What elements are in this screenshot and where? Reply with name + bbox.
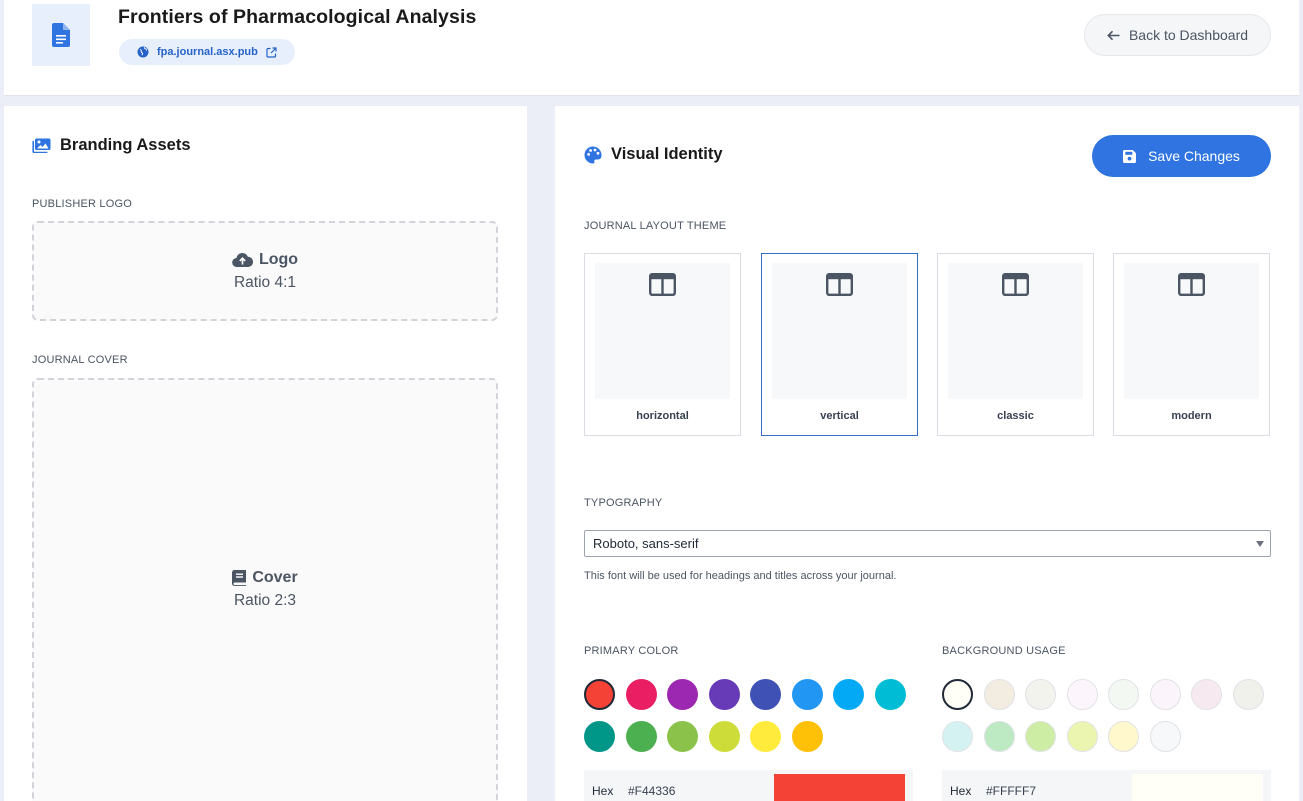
back-to-dashboard-button[interactable]: Back to Dashboard — [1084, 14, 1271, 56]
palette-icon — [584, 146, 602, 163]
save-changes-label: Save Changes — [1148, 148, 1240, 164]
background-color-swatch[interactable] — [1025, 679, 1056, 710]
primary-color-swatch[interactable] — [833, 679, 864, 710]
save-changes-button[interactable]: Save Changes — [1092, 135, 1271, 177]
background-hex-value[interactable]: #FFFFF7 — [986, 784, 1036, 798]
images-icon — [32, 138, 51, 153]
primary-hex-value[interactable]: #F44336 — [628, 784, 675, 798]
visual-identity-panel: Visual Identity Save Changes JOURNAL LAY… — [555, 106, 1299, 801]
theme-card-classic[interactable]: classic — [937, 253, 1094, 436]
theme-label: vertical — [820, 410, 859, 422]
primary-color-preview — [774, 774, 905, 801]
logo-upload-title: Logo — [258, 250, 299, 268]
branding-assets-heading: Branding Assets — [32, 136, 191, 155]
back-to-dashboard-label: Back to Dashboard — [1128, 27, 1249, 43]
theme-label: classic — [997, 410, 1034, 422]
background-color-swatch[interactable] — [1149, 721, 1181, 752]
arrow-left-icon — [1107, 30, 1120, 40]
cover-upload-title: Cover — [252, 568, 298, 586]
layout-theme-label: JOURNAL LAYOUT THEME — [584, 220, 727, 232]
page-header: Frontiers of Pharmacological Analysis fp… — [4, 0, 1299, 96]
typography-label: TYPOGRAPHY — [584, 497, 663, 509]
font-family-select[interactable]: Roboto, sans-serif — [584, 530, 1271, 557]
primary-color-swatch[interactable] — [791, 721, 823, 752]
save-icon — [1123, 149, 1137, 163]
background-color-swatch[interactable] — [1066, 679, 1098, 710]
cover-ratio-text: Ratio 2:3 — [233, 591, 297, 609]
background-color-swatch[interactable] — [983, 721, 1015, 752]
font-family-value: Roboto, sans-serif — [593, 536, 699, 551]
branding-assets-title: Branding Assets — [60, 136, 191, 154]
logo-ratio-text: Ratio 4:1 — [233, 273, 297, 291]
background-color-swatch[interactable] — [1191, 679, 1222, 710]
primary-color-swatch[interactable] — [667, 679, 698, 710]
journal-url-text: fpa.journal.asx.pub — [157, 46, 258, 58]
theme-preview — [1124, 263, 1259, 399]
primary-color-swatch[interactable] — [584, 721, 615, 752]
font-hint-text: This font will be used for headings and … — [584, 570, 897, 582]
journal-url-link[interactable]: fpa.journal.asx.pub — [119, 39, 295, 65]
columns-icon — [1178, 273, 1205, 296]
theme-card-modern[interactable]: modern — [1113, 253, 1270, 436]
primary-color-swatch[interactable] — [584, 679, 615, 710]
chevron-down-icon — [1256, 541, 1264, 547]
columns-icon — [1002, 273, 1029, 296]
globe-icon — [137, 46, 149, 58]
visual-identity-title: Visual Identity — [611, 145, 723, 163]
cover-upload-dropzone[interactable]: Cover Ratio 2:3 — [32, 378, 498, 801]
document-icon — [52, 23, 70, 47]
background-color-preview — [1132, 774, 1263, 801]
primary-color-label: PRIMARY COLOR — [584, 645, 679, 657]
book-icon — [232, 569, 247, 586]
cloud-upload-icon — [232, 253, 253, 267]
theme-preview — [595, 263, 730, 399]
primary-color-swatch[interactable] — [750, 679, 781, 710]
branding-assets-panel: Branding Assets PUBLISHER LOGO Logo Rati… — [4, 106, 527, 801]
primary-color-swatch[interactable] — [625, 679, 657, 710]
hex-label: Hex — [592, 784, 614, 798]
primary-color-swatch[interactable] — [708, 679, 740, 710]
logo-upload-heading: Logo — [232, 251, 298, 269]
background-color-swatch[interactable] — [1232, 679, 1264, 710]
theme-card-horizontal[interactable]: horizontal — [584, 253, 741, 436]
background-color-swatch[interactable] — [942, 679, 973, 710]
background-color-swatch[interactable] — [983, 679, 1015, 710]
external-link-icon — [266, 46, 277, 58]
journal-title: Frontiers of Pharmacological Analysis — [118, 6, 477, 28]
columns-icon — [649, 273, 676, 296]
background-color-swatch[interactable] — [1066, 721, 1098, 752]
background-color-swatch[interactable] — [1108, 721, 1139, 752]
primary-hex-row: Hex #F44336 — [584, 770, 913, 801]
background-hex-row: Hex #FFFFF7 — [942, 770, 1271, 801]
background-color-swatch[interactable] — [1149, 679, 1181, 710]
theme-label: horizontal — [636, 410, 689, 422]
background-color-swatch[interactable] — [1108, 679, 1139, 710]
primary-color-swatch[interactable] — [667, 721, 698, 752]
theme-preview — [772, 263, 907, 399]
primary-color-swatch[interactable] — [625, 721, 657, 752]
primary-color-swatch[interactable] — [750, 721, 781, 752]
publisher-logo-label: PUBLISHER LOGO — [32, 198, 132, 210]
logo-upload-dropzone[interactable]: Logo Ratio 4:1 — [32, 221, 498, 321]
journal-cover-label: JOURNAL COVER — [32, 354, 128, 366]
background-color-swatch[interactable] — [942, 721, 973, 752]
cover-upload-heading: Cover — [232, 568, 298, 587]
theme-card-vertical[interactable]: vertical — [761, 253, 918, 436]
columns-icon — [826, 273, 853, 296]
theme-label: modern — [1171, 410, 1212, 422]
primary-color-swatch[interactable] — [791, 679, 823, 710]
primary-color-swatch[interactable] — [708, 721, 740, 752]
theme-preview — [948, 263, 1083, 399]
journal-icon-tile — [32, 4, 90, 66]
hex-label: Hex — [950, 784, 972, 798]
background-color-swatch[interactable] — [1025, 721, 1056, 752]
visual-identity-heading: Visual Identity — [584, 145, 723, 164]
background-usage-label: BACKGROUND USAGE — [942, 645, 1066, 657]
primary-color-swatch[interactable] — [874, 679, 906, 710]
